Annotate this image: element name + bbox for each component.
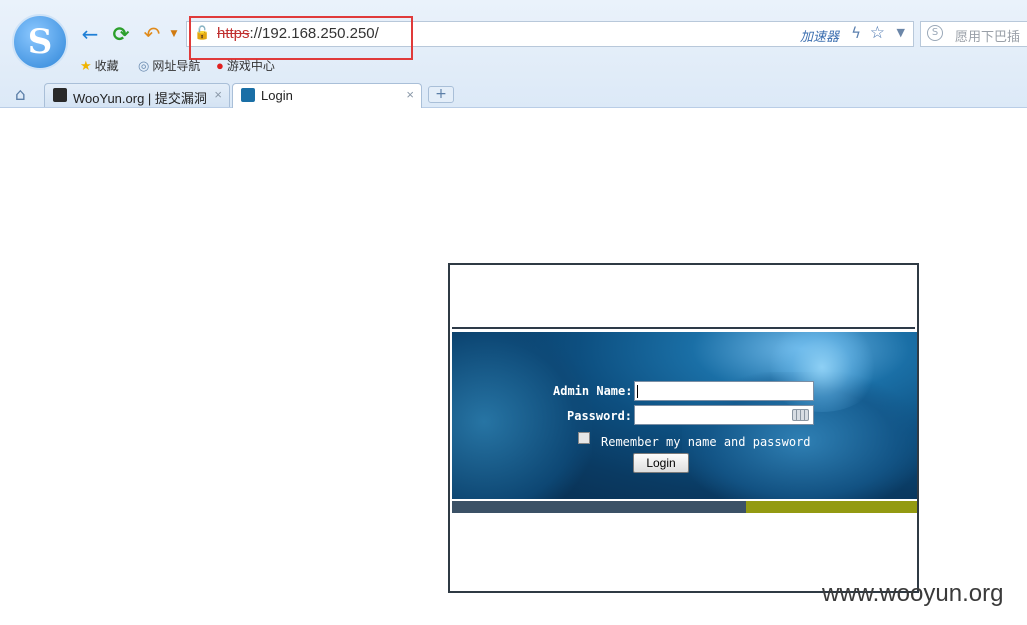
- bookmark-nav[interactable]: ◎ 网址导航: [138, 57, 200, 74]
- password-label: Password:: [567, 409, 633, 423]
- search-engine-icon: S: [927, 25, 943, 41]
- close-tab-icon[interactable]: ×: [406, 87, 414, 102]
- favorite-star-icon[interactable]: ☆: [870, 23, 885, 43]
- login-banner: Admin Name: Password: Remember my name a…: [452, 332, 917, 499]
- new-tab-button[interactable]: +: [428, 86, 454, 103]
- address-dropdown-icon[interactable]: ▼: [897, 26, 905, 39]
- browser-chrome: S ← ⟳ ↶ ▼ 🔓 https://192.168.250.250/ 加速器…: [0, 0, 1027, 108]
- undo-icon[interactable]: ↶: [141, 22, 163, 46]
- close-tab-icon[interactable]: ×: [214, 87, 222, 102]
- tab-login[interactable]: Login ×: [232, 83, 422, 108]
- login-favicon-icon: [241, 88, 255, 102]
- bookmark-label: 网址导航: [152, 59, 201, 73]
- bookmark-label: 收藏: [94, 59, 119, 73]
- login-frame: Admin Name: Password: Remember my name a…: [448, 263, 919, 593]
- admin-name-label: Admin Name:: [553, 384, 633, 398]
- password-input[interactable]: [634, 405, 814, 425]
- tab-label: WooYun.org | 提交漏洞: [73, 91, 207, 106]
- keyboard-icon[interactable]: [792, 409, 809, 421]
- refresh-icon[interactable]: ⟳: [110, 22, 132, 46]
- wooyun-favicon-icon: [53, 88, 67, 102]
- footer-stripe-dark: [452, 501, 746, 513]
- watermark-text: www.wooyun.org: [822, 580, 1004, 607]
- search-placeholder: 愿用下巴插: [955, 29, 1021, 44]
- browser-logo-icon[interactable]: S: [12, 14, 68, 70]
- bookmark-favorites[interactable]: ★ 收藏: [80, 57, 119, 74]
- back-icon[interactable]: ←: [79, 22, 101, 46]
- login-button[interactable]: Login: [633, 453, 689, 473]
- header-divider: [452, 327, 915, 329]
- search-box[interactable]: S 愿用下巴插: [920, 21, 1027, 47]
- lightning-icon[interactable]: ϟ: [851, 24, 861, 42]
- footer-stripe-olive: [746, 501, 917, 513]
- bookmark-games[interactable]: ● 游戏中心: [216, 57, 275, 74]
- home-icon[interactable]: ⌂: [15, 85, 26, 105]
- star-icon: ★: [80, 57, 92, 73]
- globe-icon: ◎: [138, 57, 150, 73]
- remember-checkbox[interactable]: [578, 432, 590, 444]
- undo-dropdown-icon[interactable]: ▼: [163, 22, 185, 46]
- admin-name-input[interactable]: [634, 381, 814, 401]
- tab-label: Login: [261, 88, 293, 103]
- tab-wooyun[interactable]: WooYun.org | 提交漏洞 ×: [44, 83, 230, 107]
- url-highlight-box: [189, 16, 413, 60]
- remember-label: Remember my name and password: [601, 435, 811, 449]
- accelerator-label[interactable]: 加速器: [800, 26, 839, 45]
- tab-bar: ⌂ WooYun.org | 提交漏洞 × Login × +: [0, 82, 1027, 108]
- game-icon: ●: [216, 58, 224, 73]
- bookmark-label: 游戏中心: [226, 59, 275, 73]
